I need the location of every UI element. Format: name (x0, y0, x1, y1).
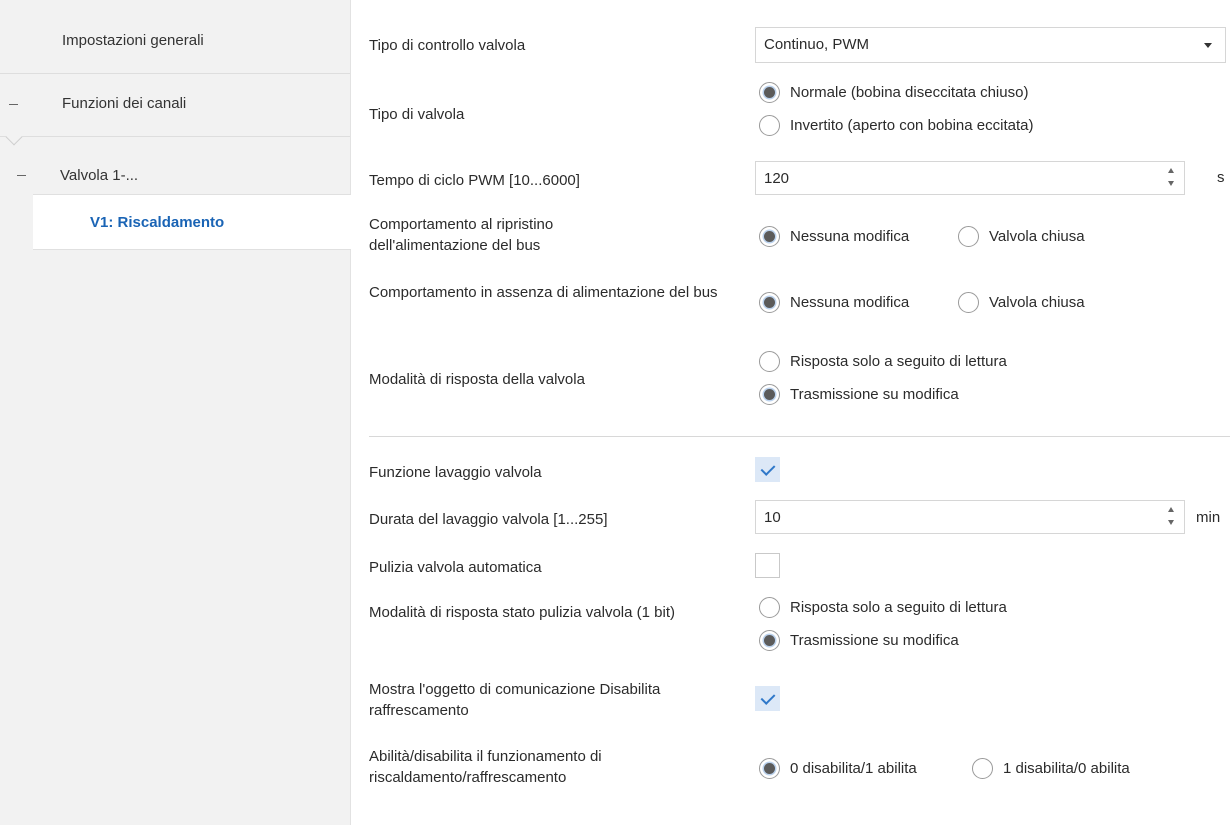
radio-circle (958, 226, 979, 247)
radio-circle (759, 292, 780, 313)
stepper-icon[interactable] (1167, 168, 1177, 188)
radio-risposta-modifica[interactable]: Trasmissione su modifica (759, 384, 959, 405)
collapse-icon[interactable] (17, 175, 26, 176)
sidebar-divider (0, 136, 350, 137)
radio-abilita-1[interactable]: 1 disabilita/0 abilita (972, 758, 1130, 779)
mostra-oggetto-label: Mostra l'oggetto di comunicazione Disabi… (369, 681, 661, 719)
radio-label: Nessuna modifica (790, 228, 910, 245)
dropdown-value: Continuo, PWM (764, 36, 870, 53)
sidebar-item-label: Valvola 1-... (60, 167, 139, 184)
sidebar-item-label: Impostazioni generali (62, 32, 204, 49)
radio-circle (759, 384, 780, 405)
unit-label: min (1196, 509, 1221, 526)
radio-invertito[interactable]: Invertito (aperto con bobina eccitata) (759, 115, 1033, 136)
radio-label: 0 disabilita/1 abilita (790, 760, 917, 777)
lavaggio-label: Funzione lavaggio valvola (369, 464, 542, 481)
tipo-valvola-label: Tipo di valvola (369, 106, 465, 123)
radio-label: 1 disabilita/0 abilita (1003, 760, 1130, 777)
radio-ripristino-nessuna[interactable]: Nessuna modifica (759, 226, 909, 247)
radio-circle (759, 82, 780, 103)
radio-abilita-0[interactable]: 0 disabilita/1 abilita (759, 758, 917, 779)
assenza-label: Comportamento in assenza di alimentazion… (369, 284, 718, 301)
radio-circle (759, 630, 780, 651)
radio-label: Trasmissione su modifica (790, 386, 959, 403)
abilita-label: Abilità/disabilita il funzionamento di r… (369, 748, 602, 786)
stepper-icon[interactable] (1167, 507, 1177, 527)
collapse-icon[interactable] (9, 104, 18, 105)
radio-circle (759, 351, 780, 372)
chevron-down-icon (1204, 43, 1212, 48)
input-value: 10 (764, 509, 781, 526)
radio-label: Risposta solo a seguito di lettura (790, 353, 1007, 370)
radio-label: Normale (bobina diseccitata chiuso) (790, 84, 1029, 101)
radio-risposta-lettura[interactable]: Risposta solo a seguito di lettura (759, 351, 1007, 372)
input-value: 120 (764, 170, 790, 187)
ripristino-label: Comportamento al ripristino dell'aliment… (369, 216, 554, 254)
lavaggio-checkbox[interactable] (755, 457, 780, 482)
durata-lavaggio-label: Durata del lavaggio valvola [1...255] (369, 511, 608, 528)
radio-circle (759, 758, 780, 779)
sidebar-item-label: V1: Riscaldamento (90, 214, 225, 231)
radio-label: Invertito (aperto con bobina eccitata) (790, 117, 1034, 134)
pulizia-label: Pulizia valvola automatica (369, 559, 542, 576)
risposta-pulizia-label: Modalità di risposta stato pulizia valvo… (369, 604, 675, 621)
durata-lavaggio-input[interactable]: 10 (755, 500, 1185, 534)
radio-pulizia-lettura[interactable]: Risposta solo a seguito di lettura (759, 597, 1007, 618)
sidebar: Impostazioni generali Funzioni dei canal… (0, 0, 351, 825)
radio-circle (759, 115, 780, 136)
radio-ripristino-chiusa[interactable]: Valvola chiusa (958, 226, 1085, 247)
sidebar-item-impostazioni-generali[interactable]: Impostazioni generali (0, 9, 350, 73)
radio-circle (958, 292, 979, 313)
radio-label: Risposta solo a seguito di lettura (790, 599, 1007, 616)
unit-label: s (1217, 169, 1225, 186)
radio-circle (759, 226, 780, 247)
pulizia-checkbox[interactable] (755, 553, 780, 578)
radio-label: Valvola chiusa (989, 228, 1085, 245)
radio-normale[interactable]: Normale (bobina diseccitata chiuso) (759, 82, 1028, 103)
tempo-ciclo-label: Tempo di ciclo PWM [10...6000] (369, 172, 580, 189)
radio-label: Nessuna modifica (790, 294, 910, 311)
radio-assenza-nessuna[interactable]: Nessuna modifica (759, 292, 909, 313)
mostra-oggetto-checkbox[interactable] (755, 686, 780, 711)
sidebar-item-v1-riscaldamento[interactable]: V1: Riscaldamento (33, 194, 351, 250)
sidebar-item-label: Funzioni dei canali (62, 95, 187, 112)
radio-circle (972, 758, 993, 779)
radio-label: Valvola chiusa (989, 294, 1085, 311)
tempo-ciclo-input[interactable]: 120 (755, 161, 1185, 195)
section-divider (369, 436, 1230, 437)
radio-label: Trasmissione su modifica (790, 632, 959, 649)
sidebar-item-funzioni-dei-canali[interactable]: Funzioni dei canali (0, 73, 350, 136)
radio-pulizia-modifica[interactable]: Trasmissione su modifica (759, 630, 959, 651)
radio-assenza-chiusa[interactable]: Valvola chiusa (958, 292, 1085, 313)
tipo-controllo-dropdown[interactable]: Continuo, PWM (755, 27, 1226, 63)
tipo-controllo-label: Tipo di controllo valvola (369, 37, 526, 54)
radio-circle (759, 597, 780, 618)
risposta-label: Modalità di risposta della valvola (369, 371, 585, 388)
